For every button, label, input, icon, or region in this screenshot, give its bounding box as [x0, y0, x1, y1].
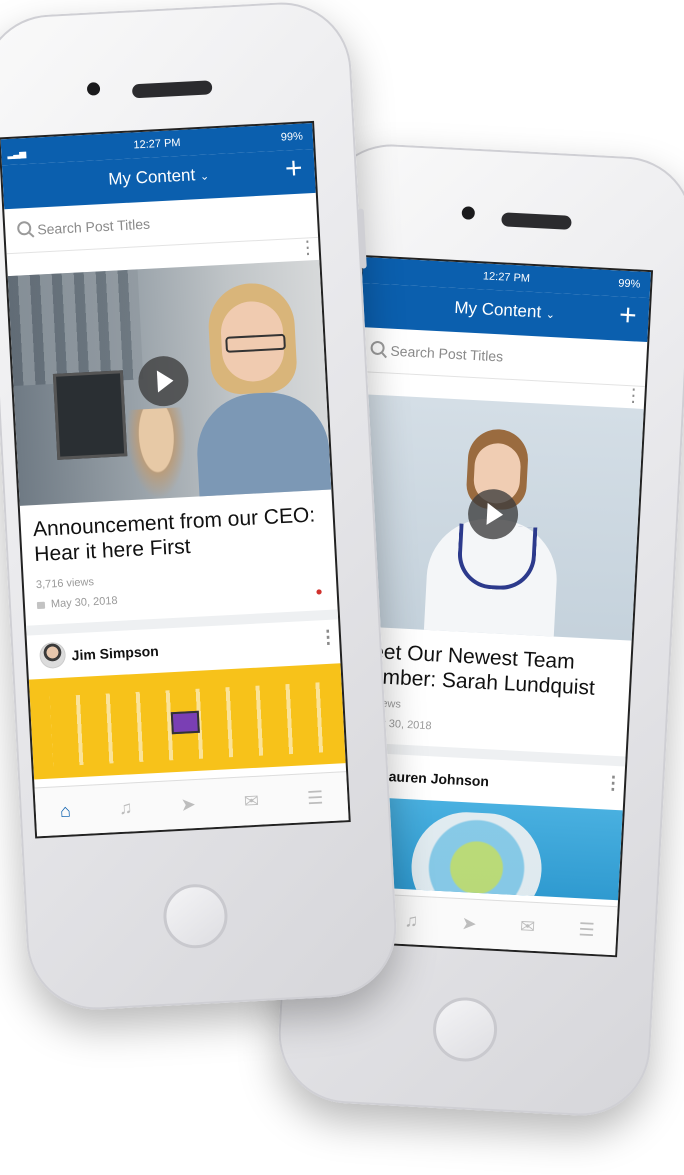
chevron-down-icon: ⌄: [199, 170, 210, 183]
avatar[interactable]: [38, 641, 67, 670]
pin-icon[interactable]: ●: [315, 584, 323, 598]
post-image-illustration[interactable]: [28, 663, 346, 780]
author-name[interactable]: Lauren Johnson: [380, 768, 490, 790]
chat-icon[interactable]: ✉: [243, 790, 259, 812]
chevron-down-icon: ⌄: [545, 308, 556, 322]
post-title[interactable]: Announcement from our CEO: Hear it here …: [20, 502, 334, 568]
front-camera: [86, 82, 101, 96]
lock-icon: [36, 601, 46, 609]
post-video-thumbnail[interactable]: [7, 259, 332, 506]
plus-icon[interactable]: +: [618, 299, 637, 333]
header-title-dropdown[interactable]: My Content ⌄: [360, 293, 649, 328]
header-title-dropdown[interactable]: My Content ⌄: [2, 159, 315, 195]
plus-icon[interactable]: +: [284, 152, 303, 186]
search-input[interactable]: Search Post Titles: [37, 216, 151, 238]
header-title: My Content: [453, 297, 542, 322]
battery-level: 99%: [280, 130, 304, 144]
earpiece-speaker: [131, 80, 213, 99]
post-date: May 30, 2018: [50, 594, 118, 611]
office-shelves: [7, 269, 144, 387]
ceo-figure: [189, 280, 332, 506]
chat-icon[interactable]: ✉: [520, 916, 536, 938]
menu-icon[interactable]: ☰: [578, 919, 595, 941]
word-cloud-graphic: [408, 809, 545, 901]
more-options-icon[interactable]: ⋮: [604, 772, 623, 793]
post-title[interactable]: Meet Our Newest Team Member: Sarah Lundq…: [341, 638, 631, 703]
more-options-icon[interactable]: ⋮: [624, 385, 643, 406]
computer-monitor: [52, 370, 128, 460]
megaphone-icon[interactable]: ➤: [461, 913, 477, 935]
illustration-monitor: [170, 710, 200, 735]
more-options-icon[interactable]: ⋮: [319, 626, 338, 647]
more-options-icon[interactable]: ⋮: [298, 237, 317, 258]
post-video-thumbnail[interactable]: [344, 393, 644, 641]
home-button[interactable]: [431, 995, 499, 1064]
search-icon: [16, 220, 32, 236]
search-icon: [370, 340, 385, 356]
earpiece-speaker: [501, 212, 572, 230]
home-button[interactable]: [161, 882, 230, 950]
bell-icon[interactable]: ♫: [118, 797, 133, 819]
menu-icon[interactable]: ☰: [307, 787, 324, 809]
phone-front: ▂▃▅ 12:27 PM 99% My Content ⌄ + Search P…: [0, 0, 400, 1013]
play-button[interactable]: [137, 354, 190, 408]
tab-bar: ⌂ ♫ ➤ ✉ ☰: [34, 771, 349, 837]
desk-plant: [124, 407, 190, 501]
bell-icon[interactable]: ♫: [404, 910, 419, 932]
screen-front: ▂▃▅ 12:27 PM 99% My Content ⌄ + Search P…: [0, 120, 351, 839]
header-title: My Content: [107, 165, 196, 189]
author-name[interactable]: Jim Simpson: [71, 643, 159, 664]
search-input[interactable]: Search Post Titles: [390, 343, 504, 365]
home-icon[interactable]: ⌂: [59, 800, 71, 822]
front-camera: [461, 206, 476, 220]
battery-level: 99%: [617, 277, 641, 291]
megaphone-icon[interactable]: ➤: [180, 794, 196, 816]
